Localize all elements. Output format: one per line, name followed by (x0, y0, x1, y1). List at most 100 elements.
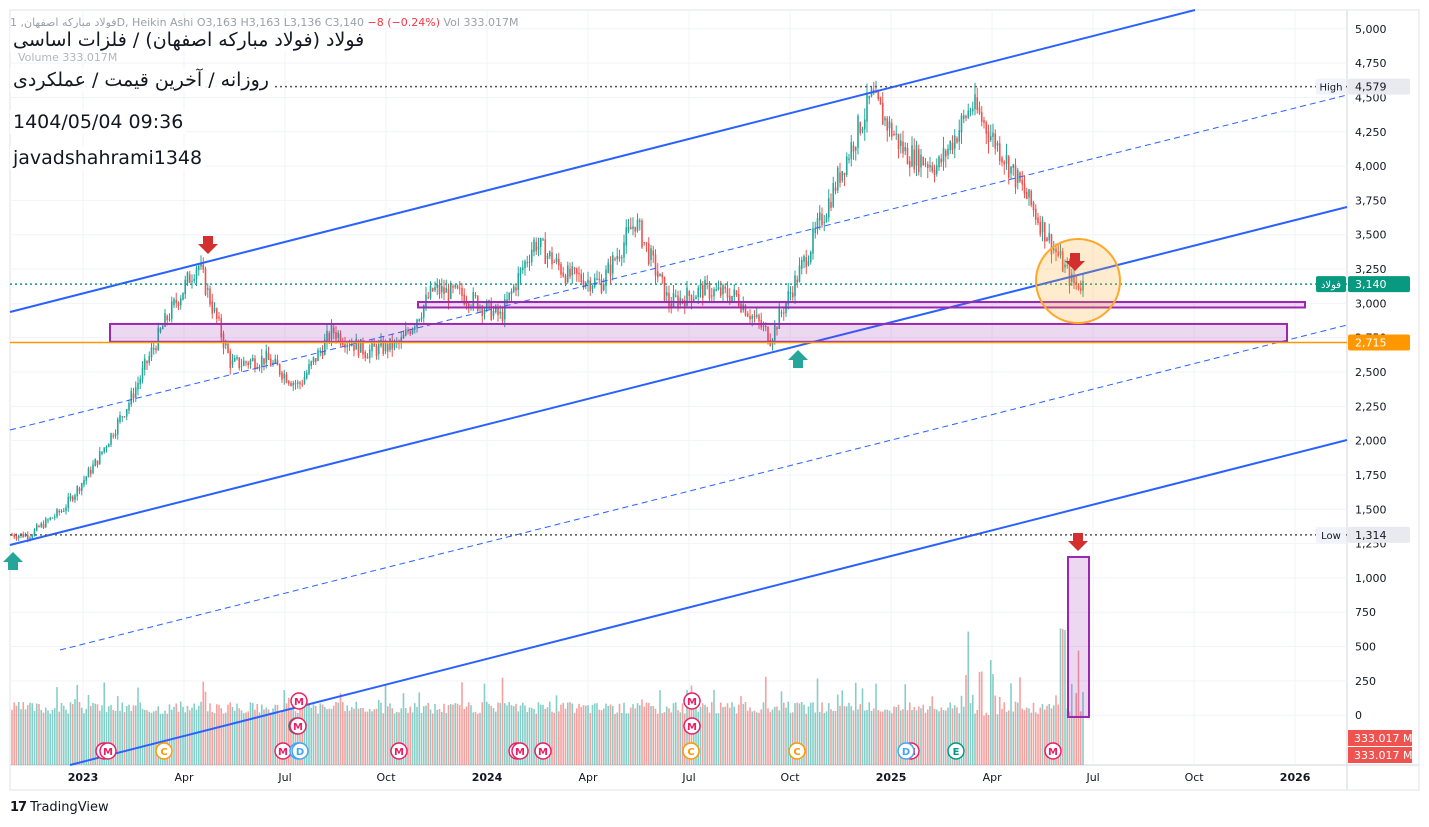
volume-bar (616, 712, 619, 765)
candle-body (1025, 191, 1028, 199)
candle-body (101, 451, 103, 454)
candle-body (119, 415, 121, 423)
candle-body (861, 128, 864, 132)
volume-bar (1005, 711, 1008, 765)
volume-bar (213, 713, 216, 765)
volume-bar (701, 703, 704, 765)
volume-bar (362, 707, 364, 765)
candle-body (132, 393, 135, 399)
candle-body (236, 357, 238, 359)
candle-body (1034, 208, 1037, 220)
volume-bar (472, 712, 475, 765)
volume-bar (1064, 630, 1066, 765)
price-level-value: 4,579 (1355, 81, 1387, 94)
volume-bar (258, 712, 261, 765)
candle-body (960, 115, 963, 133)
volume-bar (321, 704, 324, 765)
candle-body (908, 161, 911, 168)
candle-body (65, 507, 67, 511)
volume-bar (584, 705, 587, 765)
price-chart[interactable]: 5,0004,7504,5004,2504,0003,7503,5003,250… (0, 0, 1429, 827)
event-marker-label: C (687, 747, 694, 758)
candle-body (789, 292, 792, 294)
candle-body (967, 110, 970, 118)
candle-body (641, 220, 643, 248)
volume-bar (364, 711, 367, 765)
volume-bar (785, 707, 787, 765)
volume-bar (771, 709, 774, 765)
candle-body (427, 297, 430, 299)
volume-bar (571, 703, 574, 765)
candle-body (832, 182, 835, 207)
candle-body (96, 460, 99, 466)
candle-body (931, 165, 934, 172)
volume-bar (56, 687, 58, 765)
volume-bar (384, 683, 387, 765)
y-tick-label: 3,000 (1355, 297, 1387, 310)
volume-bar (724, 706, 727, 765)
volume-bar (452, 704, 454, 765)
candle-body (85, 476, 88, 481)
volume-bar (755, 712, 758, 765)
volume-bar (647, 702, 650, 765)
candle-body (812, 227, 814, 254)
candle-body (386, 343, 389, 352)
volume-bar (591, 704, 594, 765)
volume-bar (467, 702, 470, 765)
volume-bar (706, 706, 709, 765)
volume-bar (173, 706, 175, 765)
y-tick-label: 1,750 (1355, 469, 1387, 482)
candle-body (60, 510, 63, 512)
candle-body (843, 172, 846, 176)
candle-body (998, 143, 1001, 162)
volume-bar (845, 706, 848, 765)
volume-bar (659, 690, 661, 765)
candle-body (704, 279, 706, 296)
volume-bar (733, 706, 736, 765)
y-tick-label: 2,000 (1355, 435, 1387, 448)
volume-bar (197, 705, 200, 765)
candle-body (17, 535, 20, 539)
candle-body (897, 133, 900, 149)
volume-bar (947, 707, 949, 765)
candle-body (353, 344, 355, 351)
volume-bar (463, 709, 466, 765)
candle-body (578, 272, 580, 275)
volume-bar (787, 701, 790, 765)
candle-body (58, 510, 61, 513)
candle-body (492, 311, 495, 317)
volume-bar (121, 702, 124, 765)
candle-body (598, 278, 601, 280)
candle-body (170, 301, 173, 320)
volume-bar (130, 711, 133, 765)
y-tick-label: 4,250 (1355, 126, 1387, 139)
candle-body (665, 292, 668, 296)
candle-body (654, 254, 657, 276)
volume-bar (1039, 707, 1042, 765)
volume-bar (416, 706, 418, 765)
volume-bar (753, 710, 756, 765)
volume-bar (128, 704, 130, 765)
volume-bar (1021, 708, 1024, 765)
volume-bar (634, 708, 637, 765)
candle-body (296, 382, 299, 384)
volume-bar (852, 710, 855, 765)
volume-bar (308, 704, 310, 765)
candle-body (193, 278, 196, 281)
volume-bar (389, 703, 391, 765)
candle-body (1030, 190, 1033, 206)
volume-bar (929, 706, 931, 765)
candle-body (301, 383, 304, 385)
event-marker-label: E (953, 747, 960, 758)
candle-body (933, 170, 936, 176)
volume-bar (76, 685, 79, 765)
candle-body (314, 358, 317, 362)
candle-body (186, 272, 189, 283)
volume-bar (877, 710, 880, 765)
volume-bar (670, 712, 673, 765)
candle-body (726, 288, 729, 298)
volume-bar (726, 703, 729, 765)
volume-bar (764, 676, 767, 765)
candle-body (141, 367, 144, 380)
tradingview-brand[interactable]: 17 TradingView (10, 800, 109, 815)
